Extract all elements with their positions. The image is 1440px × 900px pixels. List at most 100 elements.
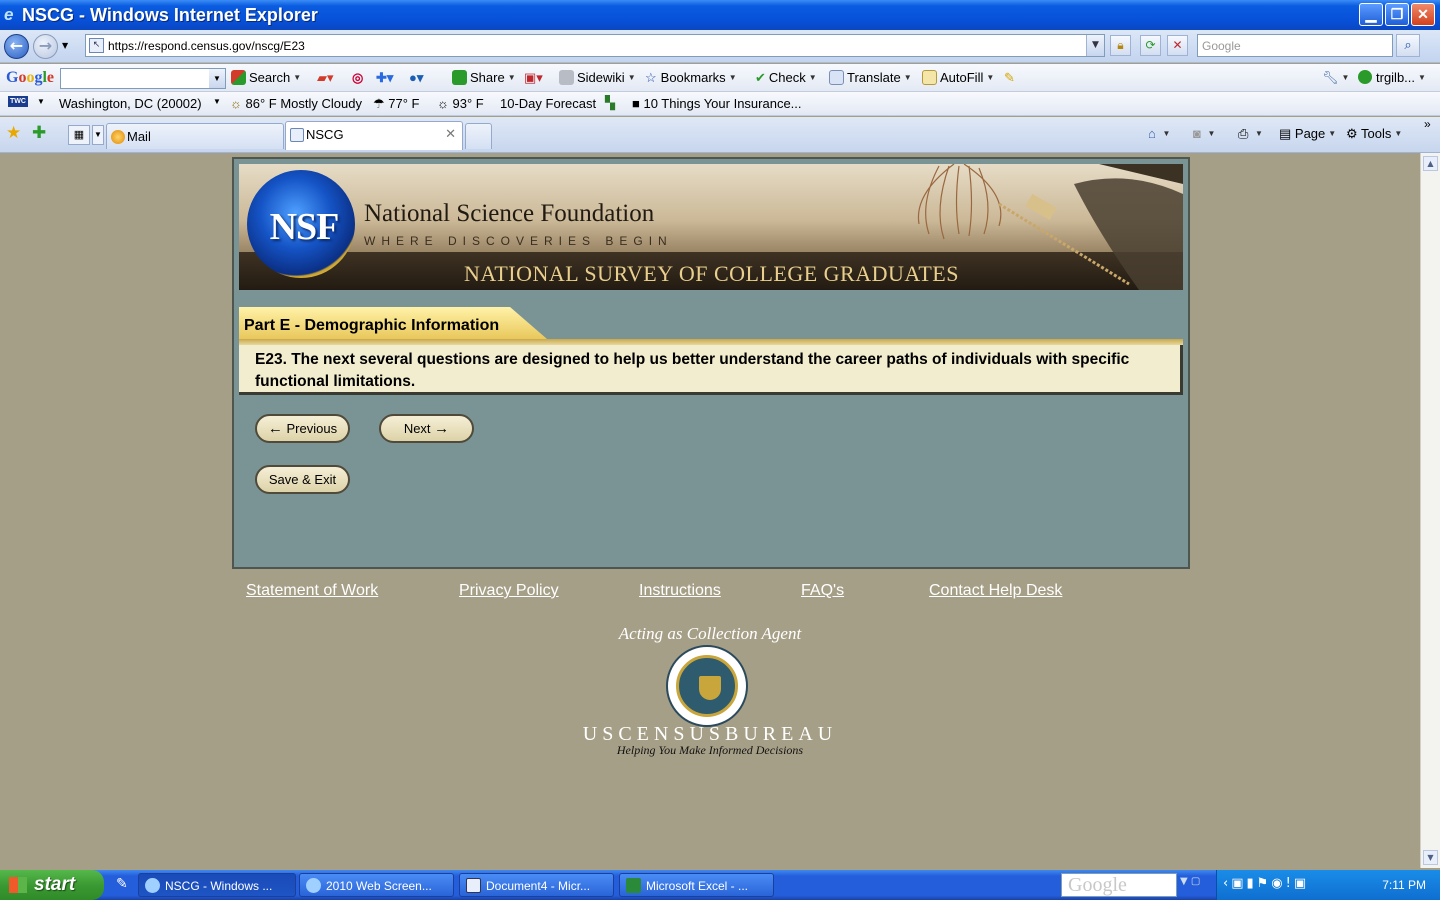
weather-location[interactable]: Washington, DC (20002): [59, 96, 202, 111]
address-bar: ← → ▼ ↖ https://respond.census.gov/nscg/…: [0, 30, 1440, 63]
restore-button[interactable]: ❐: [1385, 3, 1409, 26]
toolbar-check-button[interactable]: ✔ Check ▼: [755, 70, 817, 86]
stop-icon[interactable]: ✕: [1167, 35, 1188, 56]
print-icon[interactable]: ⎙ ▼: [1238, 126, 1263, 142]
page-icon: ↖: [89, 38, 104, 53]
new-tab-button[interactable]: [465, 123, 492, 149]
footer-link-privacy-policy[interactable]: Privacy Policy: [459, 582, 559, 600]
picasa-icon[interactable]: ◎: [352, 70, 363, 86]
tab-nscg[interactable]: NSCG ✕: [285, 121, 463, 150]
scroll-down-icon[interactable]: ▼: [1423, 850, 1438, 865]
nsf-banner: NSF National Science Foundation WHERE DI…: [239, 164, 1183, 290]
thermometer-icon: ☂: [373, 96, 389, 111]
url-field[interactable]: ↖ https://respond.census.gov/nscg/E23 ▼: [85, 34, 1105, 57]
tab-mail[interactable]: Mail: [106, 123, 284, 149]
chevron-down-icon[interactable]: ▼: [209, 69, 225, 88]
taskbar-item-nscg[interactable]: NSCG - Windows ...: [138, 873, 296, 897]
taskbar-item-excel[interactable]: Microsoft Excel - ...: [619, 873, 774, 897]
deskbar-dropdown-icon[interactable]: ▼ ▢: [1180, 876, 1200, 887]
census-bureau-tagline: Helping You Make Informed Decisions: [616, 743, 804, 757]
weather-current[interactable]: ☼ 86° F Mostly Cloudy: [230, 96, 362, 111]
toolbar-share-button[interactable]: Share ▼: [452, 70, 516, 85]
taskbar-item-document4[interactable]: Document4 - Micr...: [459, 873, 614, 897]
toolbar-search-button[interactable]: Search ▼: [231, 70, 301, 85]
highlighter-icon[interactable]: ✎: [1004, 70, 1015, 86]
google-search-input[interactable]: ▼: [60, 68, 226, 89]
status-green-icon: [1358, 70, 1372, 84]
plus-icon[interactable]: ✚▾: [376, 70, 393, 86]
google-deskbar-input[interactable]: Google: [1061, 873, 1177, 897]
sidewiki-icon: [559, 70, 574, 85]
footer-link-instructions[interactable]: Instructions: [639, 582, 721, 600]
twc-menu-dropdown-icon[interactable]: ▼: [37, 97, 45, 106]
windows-flag-icon: [9, 877, 27, 893]
gear-icon: ⚙: [1346, 126, 1362, 141]
word-icon: [466, 878, 481, 893]
footer-link-contact-help-desk[interactable]: Contact Help Desk: [929, 582, 1062, 600]
add-favorite-icon[interactable]: ✚: [32, 123, 46, 143]
window-title-bar[interactable]: e NSCG - Windows Internet Explorer ▁ ❐ ✕: [0, 0, 1440, 30]
arrow-right-icon: →: [434, 420, 450, 437]
video-camera-icon: ■: [632, 96, 644, 111]
twc-logo[interactable]: TWC: [8, 96, 28, 107]
footer-link-statement-of-work[interactable]: Statement of Work: [246, 582, 378, 600]
toolbar-sidewiki-button[interactable]: Sidewiki ▼: [559, 70, 636, 85]
page-menu[interactable]: ▤ Page ▼: [1279, 126, 1336, 142]
scroll-up-icon[interactable]: ▲: [1423, 156, 1438, 171]
home-icon[interactable]: ⌂ ▼: [1148, 126, 1170, 141]
ie-taskbar-icon: [145, 878, 160, 893]
map-icon[interactable]: ▚: [605, 95, 615, 111]
back-button[interactable]: ←: [4, 34, 29, 59]
wrench-icon[interactable]: 🔧︎ ▼: [1322, 70, 1349, 86]
quick-tabs-icon[interactable]: ▦: [68, 125, 90, 145]
close-tab-icon[interactable]: ✕: [445, 126, 456, 142]
chevron-more-icon[interactable]: »: [1424, 117, 1431, 131]
toolbar-bookmarks-button[interactable]: ☆ Bookmarks ▼: [645, 70, 737, 86]
quick-launch-icon[interactable]: ✎: [116, 876, 128, 892]
search-icon[interactable]: ⌕: [1396, 34, 1420, 57]
toolbar-autofill-button[interactable]: AutoFill ▼: [922, 70, 994, 85]
forecast-button[interactable]: 10-Day Forecast: [500, 96, 596, 111]
previous-button[interactable]: ← Previous: [255, 414, 350, 443]
translate-page-icon[interactable]: ▣▾: [524, 70, 543, 86]
start-button[interactable]: start: [0, 870, 104, 900]
windows-taskbar: start ✎ NSCG - Windows ... 2010 Web Scre…: [0, 870, 1440, 900]
toolbar-translate-button[interactable]: Translate ▼: [829, 70, 912, 85]
dell-icon[interactable]: ●▾: [409, 70, 423, 86]
vertical-scrollbar[interactable]: ▲ ▼: [1420, 153, 1440, 868]
forward-button[interactable]: →: [33, 34, 58, 59]
history-dropdown-icon[interactable]: ▼: [62, 41, 68, 50]
save-exit-button[interactable]: Save & Exit: [255, 465, 350, 494]
clock: 7:11 PM: [1382, 878, 1426, 892]
taskbar-item-web-screen[interactable]: 2010 Web Screen...: [299, 873, 454, 897]
minimize-button[interactable]: ▁: [1359, 3, 1383, 26]
tab-list-dropdown-icon[interactable]: ▼: [92, 125, 104, 145]
close-button[interactable]: ✕: [1411, 3, 1435, 26]
weather-icon: ☼: [230, 96, 246, 111]
tools-menu[interactable]: ⚙ Tools ▼: [1346, 126, 1402, 142]
pagerank-icon[interactable]: ▰▾: [317, 70, 334, 86]
seal-ring: [676, 655, 738, 717]
nsf-logo-letters: NSF: [269, 206, 340, 248]
feeds-icon[interactable]: ◙ ▼: [1193, 126, 1215, 141]
location-dropdown-icon[interactable]: ▼: [213, 97, 221, 106]
account-button[interactable]: trgilb... ▼: [1358, 70, 1426, 85]
favorites-star-icon[interactable]: ★: [6, 123, 21, 143]
weather-icon-2: ☼: [437, 96, 453, 111]
refresh-icon[interactable]: ⟳: [1140, 35, 1161, 56]
internet-explorer-icon: e: [4, 5, 14, 24]
translate-icon: [829, 70, 844, 85]
tab-bar: ★ ✚ ▦ ▼ Mail NSCG ✕ ⌂ ▼ ◙ ▼ ⎙ ▼ ▤ Page ▼ …: [0, 117, 1440, 153]
url-dropdown-icon[interactable]: ▼: [1086, 35, 1104, 56]
search-input[interactable]: Google: [1197, 34, 1393, 57]
lock-icon[interactable]: 🔒︎: [1110, 35, 1131, 56]
google-logo: Google: [6, 69, 55, 86]
next-button[interactable]: Next →: [379, 414, 474, 443]
weather-temp-b[interactable]: ☼ 93° F: [437, 96, 484, 111]
footer-link-faqs[interactable]: FAQ's: [801, 582, 844, 600]
org-name: National Science Foundation: [364, 200, 655, 227]
page-icon: ▤: [1279, 126, 1295, 141]
video-link[interactable]: ■ 10 Things Your Insurance...: [632, 96, 802, 111]
weather-temp-a[interactable]: ☂ 77° F: [373, 96, 420, 112]
tray-icons[interactable]: ‹▣▮⚑◉!▣: [1223, 876, 1309, 891]
